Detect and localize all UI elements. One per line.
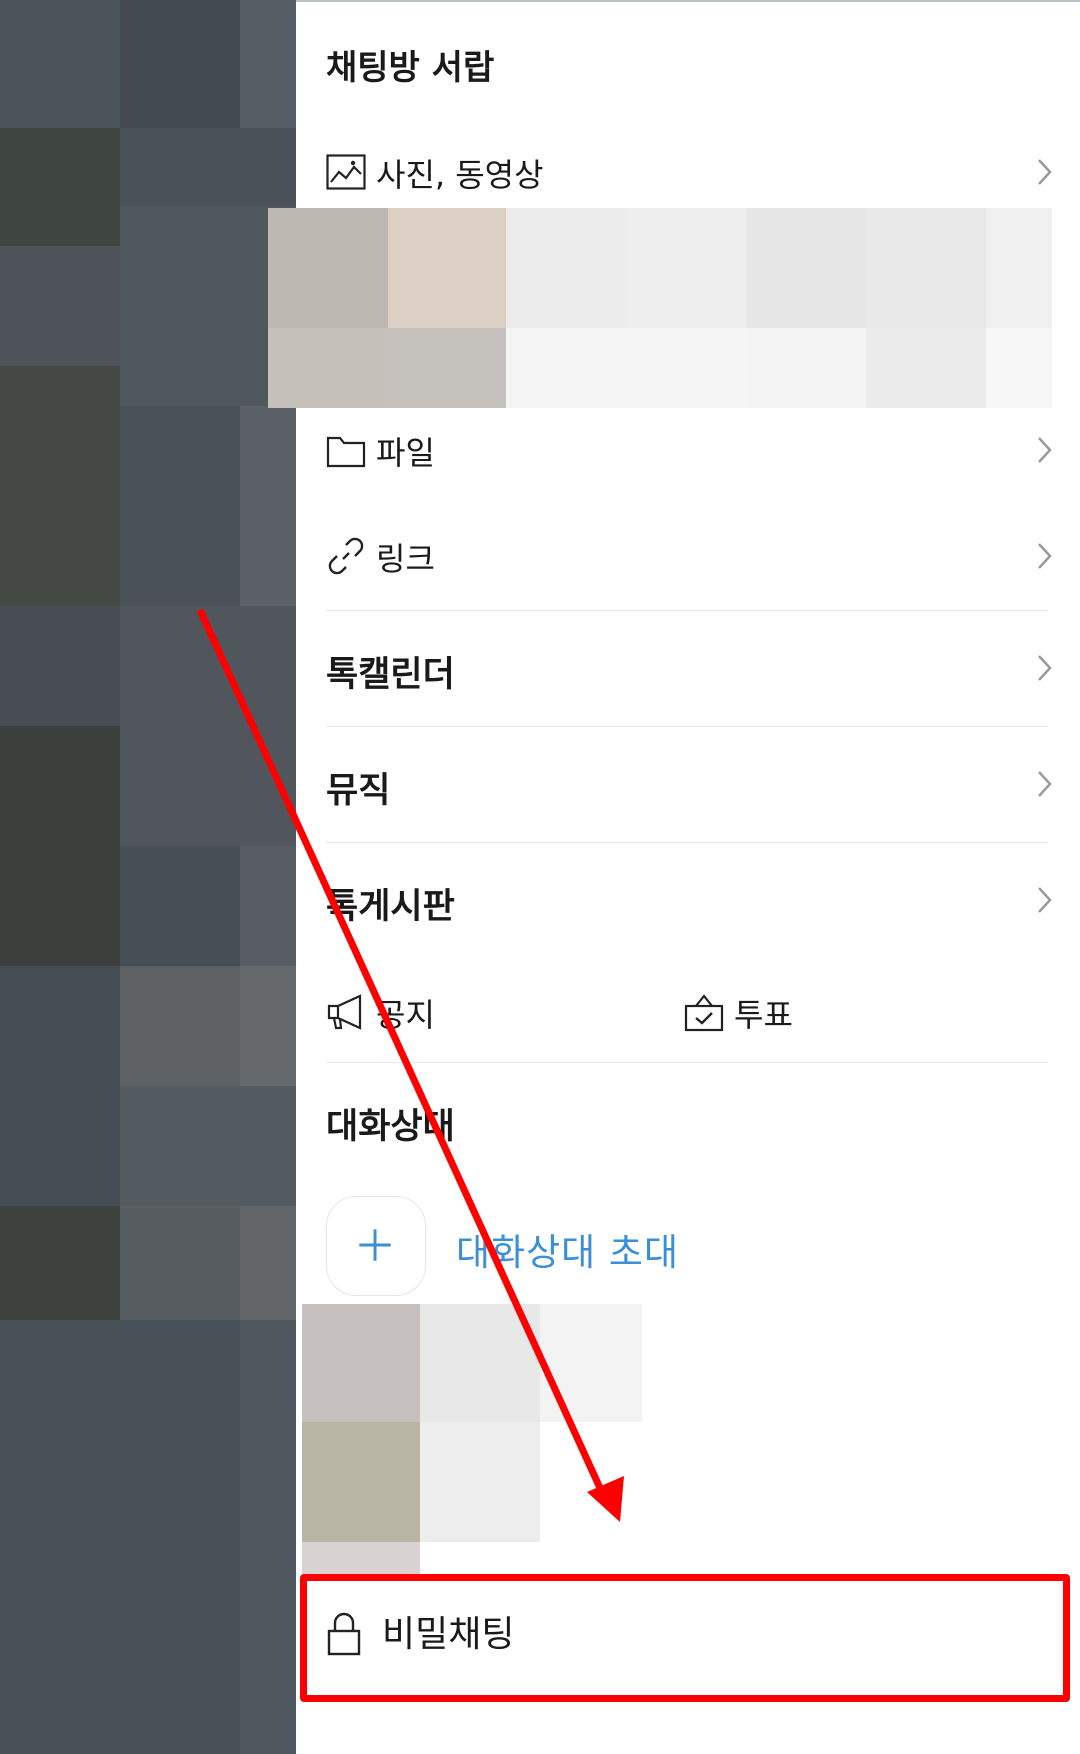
vote-label: 투표 bbox=[734, 996, 793, 1034]
media-row[interactable]: 사진, 동영상 bbox=[326, 142, 1056, 202]
members-heading: 대화상대 bbox=[326, 1107, 455, 1147]
megaphone-icon bbox=[327, 994, 362, 1030]
board-row[interactable]: 톡게시판 bbox=[326, 870, 1056, 930]
drawer-title: 채팅방 서랍 bbox=[326, 48, 495, 88]
media-thumbnail-strip[interactable] bbox=[268, 208, 1052, 408]
link-icon bbox=[328, 537, 364, 575]
member-list[interactable] bbox=[302, 1304, 642, 1574]
image-icon bbox=[326, 154, 366, 190]
plus-icon bbox=[359, 1229, 391, 1261]
vote-button[interactable]: 투표 bbox=[684, 982, 984, 1042]
highlight-box bbox=[300, 1574, 1070, 1702]
files-label: 파일 bbox=[376, 434, 435, 472]
invite-label[interactable]: 대화상대 초대 bbox=[456, 1222, 679, 1276]
links-label: 링크 bbox=[376, 540, 435, 578]
links-row[interactable]: 링크 bbox=[326, 526, 1056, 586]
media-label: 사진, 동영상 bbox=[376, 156, 544, 194]
divider bbox=[326, 726, 1048, 727]
chevron-right-icon bbox=[1038, 887, 1052, 913]
ballot-box-icon bbox=[684, 994, 724, 1032]
chevron-right-icon bbox=[1038, 771, 1052, 797]
board-label: 톡게시판 bbox=[326, 887, 455, 927]
chevron-right-icon bbox=[1038, 543, 1052, 569]
notice-button[interactable]: 공지 bbox=[326, 982, 626, 1042]
files-row[interactable]: 파일 bbox=[326, 420, 1056, 480]
chevron-right-icon bbox=[1038, 437, 1052, 463]
music-label: 뮤직 bbox=[326, 771, 391, 811]
notice-label: 공지 bbox=[376, 996, 435, 1034]
divider bbox=[326, 610, 1048, 611]
music-row[interactable]: 뮤직 bbox=[326, 754, 1056, 814]
chevron-right-icon bbox=[1038, 655, 1052, 681]
invite-button[interactable] bbox=[326, 1196, 426, 1296]
chevron-right-icon bbox=[1038, 159, 1052, 185]
chat-drawer-panel: 채팅방 서랍 사진, 동영상 파일 링크 톡캘린더 뮤직 톡게시판 공지 투표 … bbox=[268, 0, 1080, 1754]
chat-background-blur bbox=[0, 0, 296, 1754]
folder-icon bbox=[326, 436, 366, 468]
calendar-row[interactable]: 톡캘린더 bbox=[326, 638, 1056, 698]
divider bbox=[326, 842, 1048, 843]
divider bbox=[326, 1062, 1048, 1063]
calendar-label: 톡캘린더 bbox=[326, 655, 455, 695]
